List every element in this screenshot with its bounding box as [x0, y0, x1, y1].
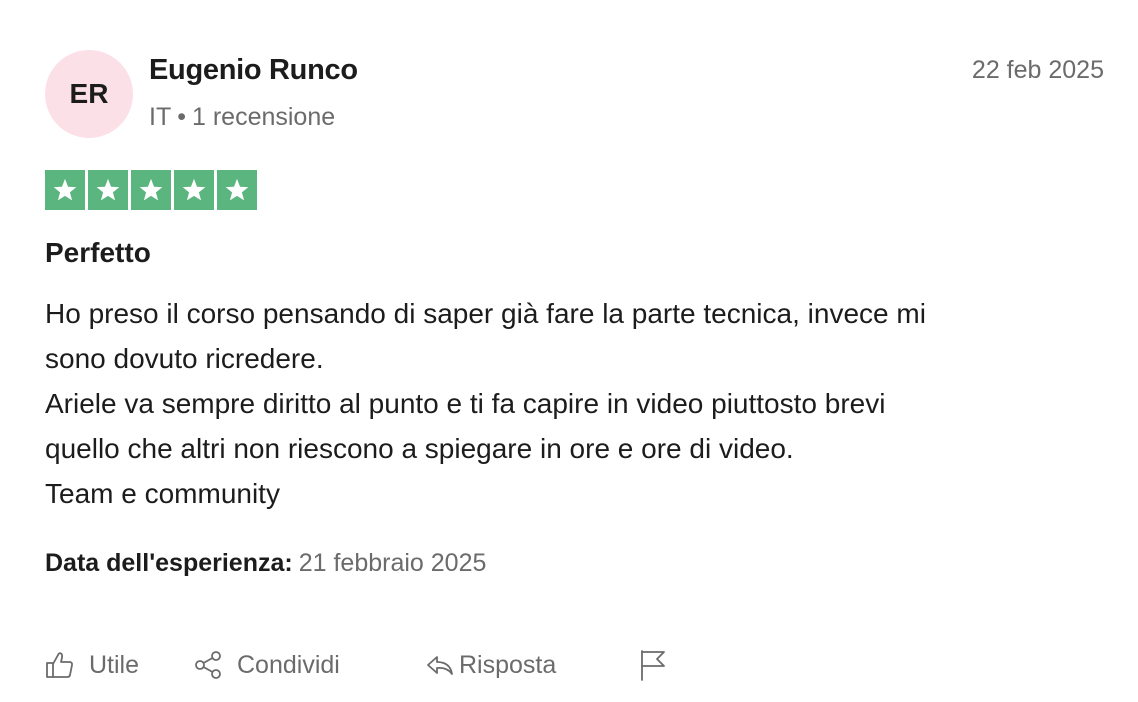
share-icon: [193, 650, 223, 680]
flag-icon: [638, 648, 668, 682]
avatar[interactable]: ER: [45, 50, 133, 138]
share-label: Condividi: [237, 650, 340, 679]
review-actions: Utile Condividi Risposta: [45, 643, 668, 687]
experience-date: 21 febbraio 2025: [298, 549, 487, 577]
star-icon: [174, 170, 214, 210]
reviewer-country: IT: [149, 103, 172, 131]
review-body-line: Team e community: [45, 478, 280, 509]
star-rating: [45, 170, 257, 210]
star-icon: [45, 170, 85, 210]
star-icon: [217, 170, 257, 210]
review-body-line: Ariele va sempre diritto al punto e ti f…: [45, 388, 886, 419]
reviewer-meta: IT • 1 recensione: [149, 103, 335, 132]
reply-icon: [425, 650, 455, 680]
useful-button[interactable]: Utile: [45, 650, 193, 680]
reviewer-review-count: 1 recensione: [191, 103, 336, 131]
star-icon: [88, 170, 128, 210]
report-button[interactable]: [638, 648, 668, 682]
meta-separator: •: [177, 103, 186, 131]
experience-date-row: Data dell'esperienza: 21 febbraio 2025: [45, 549, 486, 578]
experience-label: Data dell'esperienza:: [45, 549, 293, 577]
thumbs-up-icon: [45, 650, 75, 680]
share-button[interactable]: Condividi: [193, 650, 425, 680]
star-icon: [131, 170, 171, 210]
review-title: Perfetto: [45, 237, 151, 268]
review-body-line: Ho preso il corso pensando di saper già …: [45, 298, 926, 329]
useful-label: Utile: [89, 650, 140, 679]
review-body: Ho preso il corso pensando di saper già …: [45, 291, 1105, 516]
reviewer-name[interactable]: Eugenio Runco: [149, 54, 358, 87]
reply-button[interactable]: Risposta: [425, 650, 638, 680]
review-date: 22 feb 2025: [971, 56, 1104, 84]
review-body-line: sono dovuto ricredere.: [45, 343, 324, 374]
review-body-line: quello che altri non riescono a spiegare…: [45, 433, 794, 464]
reply-label: Risposta: [459, 650, 557, 679]
